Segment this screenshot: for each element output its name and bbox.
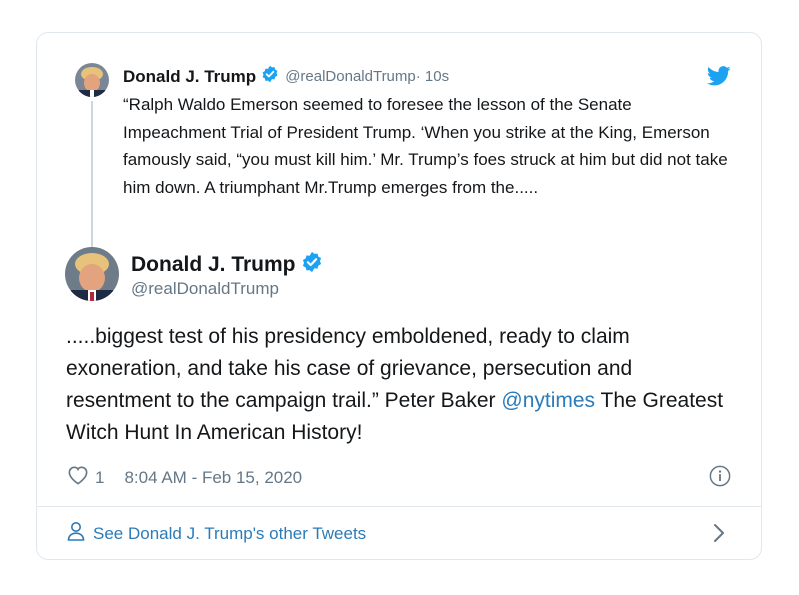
main-author-name[interactable]: Donald J. Trump: [131, 253, 296, 277]
parent-tweet-header: Donald J. Trump @realDonaldTrump · 10s: [123, 65, 449, 88]
parent-author-name[interactable]: Donald J. Trump: [123, 67, 256, 87]
chevron-right-icon[interactable]: [713, 523, 725, 548]
tweet-timestamp[interactable]: 8:04 AM - Feb 15, 2020: [124, 468, 302, 488]
main-tweet-text: .....biggest test of his presidency embo…: [66, 321, 736, 449]
parent-tweet-text: “Ralph Waldo Emerson seemed to foresee t…: [123, 95, 728, 197]
see-other-tweets-label: See Donald J. Trump's other Tweets: [93, 523, 367, 543]
parent-author-handle[interactable]: @realDonaldTrump: [285, 68, 416, 85]
card-divider: [37, 506, 761, 507]
main-avatar[interactable]: [65, 247, 119, 301]
parent-avatar[interactable]: [75, 63, 109, 97]
twitter-bird-icon[interactable]: [706, 66, 731, 91]
heart-icon[interactable]: [67, 465, 89, 490]
see-other-tweets-link[interactable]: See Donald J. Trump's other Tweets: [67, 521, 366, 546]
main-author-name-row: Donald J. Trump: [131, 251, 323, 278]
info-icon[interactable]: [709, 465, 731, 492]
person-icon: [67, 521, 85, 546]
tweet-meta-row: 1 8:04 AM - Feb 15, 2020: [67, 465, 302, 490]
like-count: 1: [95, 467, 105, 487]
parent-tweet-time[interactable]: · 10s: [416, 68, 449, 85]
mention-link[interactable]: @nytimes: [501, 389, 595, 412]
verified-badge-icon: [261, 65, 279, 88]
main-author-handle[interactable]: @realDonaldTrump: [131, 279, 279, 299]
embedded-tweet-card: Donald J. Trump @realDonaldTrump · 10s “…: [36, 32, 762, 560]
thread-connector-line: [91, 101, 93, 249]
verified-badge-icon: [301, 251, 323, 278]
